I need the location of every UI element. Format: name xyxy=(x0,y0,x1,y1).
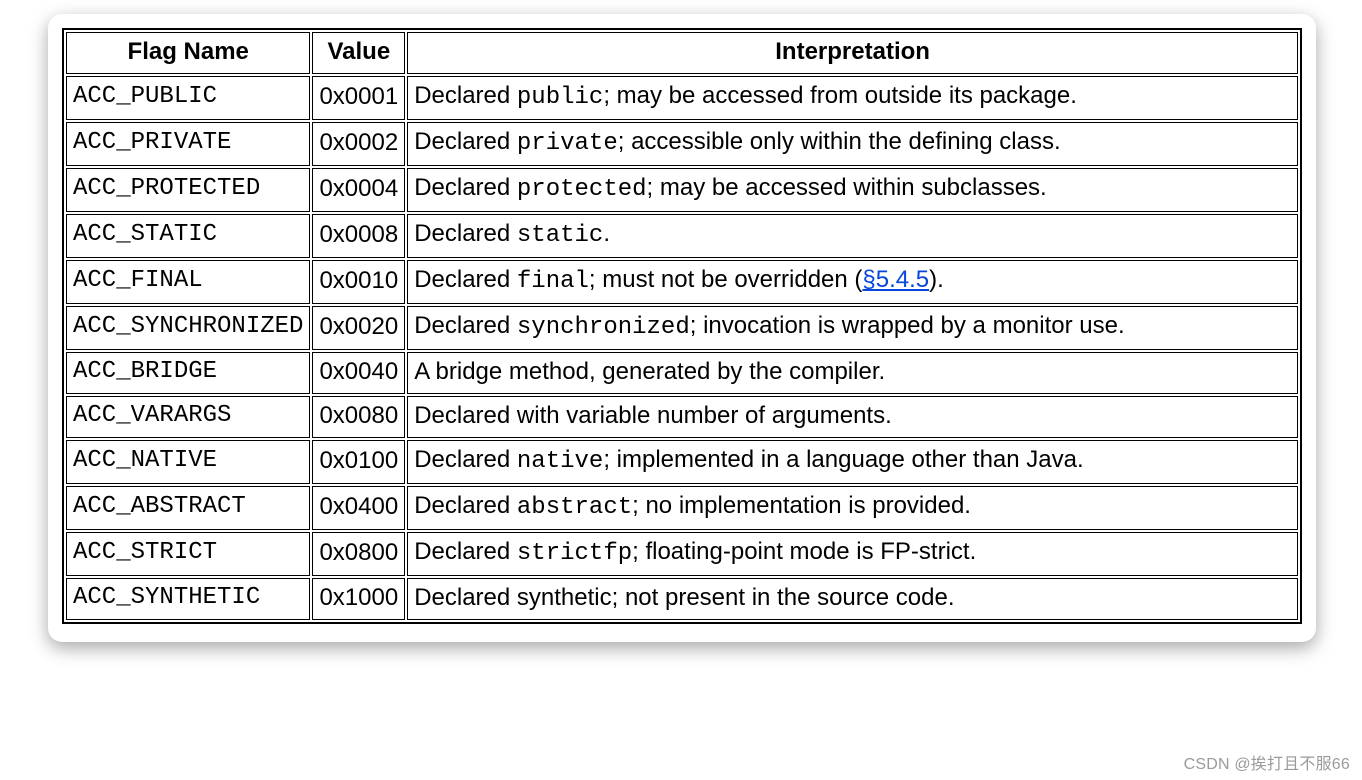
interp-text: Declared with variable number of argumen… xyxy=(414,402,892,429)
table-row: ACC_ABSTRACT0x0400Declared abstract; no … xyxy=(66,486,1298,530)
keyword-code: synchronized xyxy=(517,314,690,341)
interp-text: ; no implementation is provided. xyxy=(632,492,971,519)
table-row: ACC_BRIDGE0x0040 A bridge method, generat… xyxy=(66,352,1298,394)
keyword-code: protected xyxy=(517,176,647,203)
keyword-code: static xyxy=(517,222,603,249)
col-header-flag: Flag Name xyxy=(66,32,310,74)
interp-text: Declared xyxy=(414,492,517,519)
interp-text: Declared xyxy=(414,128,517,155)
flag-name-cell: ACC_SYNCHRONIZED xyxy=(66,306,310,350)
flag-interp-cell: Declared static. xyxy=(407,214,1298,258)
spec-link[interactable]: §5.4.5 xyxy=(862,266,929,293)
interp-text: Declared xyxy=(414,220,517,247)
flag-value-cell: 0x0002 xyxy=(312,122,405,166)
flag-value-cell: 0x0100 xyxy=(312,440,405,484)
keyword-code: public xyxy=(517,84,603,111)
table-row: ACC_VARARGS0x0080 Declared with variable … xyxy=(66,396,1298,438)
flag-value-cell: 0x0040 xyxy=(312,352,405,394)
watermark: CSDN @挨打且不服66 xyxy=(1184,750,1350,774)
flag-interp-cell: Declared with variable number of argumen… xyxy=(407,396,1298,438)
flag-name-cell: ACC_SYNTHETIC xyxy=(66,578,310,620)
flag-value-cell: 0x0020 xyxy=(312,306,405,350)
flag-name-cell: ACC_ABSTRACT xyxy=(66,486,310,530)
interp-text: ; floating-point mode is FP-strict. xyxy=(632,538,976,565)
interp-text: ; invocation is wrapped by a monitor use… xyxy=(690,312,1125,339)
flag-interp-cell: Declared synthetic; not present in the s… xyxy=(407,578,1298,620)
col-header-interp: Interpretation xyxy=(407,32,1298,74)
interp-text: Declared xyxy=(414,174,517,201)
flag-interp-cell: Declared final; must not be overridden (… xyxy=(407,260,1298,304)
flag-interp-cell: Declared abstract; no implementation is … xyxy=(407,486,1298,530)
access-flags-table: Flag Name Value Interpretation ACC_PUBLI… xyxy=(62,28,1302,624)
interp-text: Declared xyxy=(414,312,517,339)
flag-name-cell: ACC_STATIC xyxy=(66,214,310,258)
table-row: ACC_FINAL0x0010Declared final; must not … xyxy=(66,260,1298,304)
flag-name-cell: ACC_FINAL xyxy=(66,260,310,304)
table-body: ACC_PUBLIC0x0001Declared public; may be … xyxy=(66,76,1298,620)
flag-interp-cell: Declared strictfp; floating-point mode i… xyxy=(407,532,1298,576)
table-row: ACC_NATIVE0x0100Declared native; impleme… xyxy=(66,440,1298,484)
interp-text: ; accessible only within the defining cl… xyxy=(618,128,1061,155)
flag-name-cell: ACC_BRIDGE xyxy=(66,352,310,394)
table-row: ACC_SYNTHETIC0x1000 Declared synthetic; n… xyxy=(66,578,1298,620)
keyword-code: strictfp xyxy=(517,540,632,567)
table-row: ACC_STATIC0x0008Declared static. xyxy=(66,214,1298,258)
flag-value-cell: 0x0008 xyxy=(312,214,405,258)
flag-value-cell: 0x0004 xyxy=(312,168,405,212)
interp-text: ; must not be overridden ( xyxy=(589,266,862,293)
flag-value-cell: 0x0001 xyxy=(312,76,405,120)
interp-text: Declared xyxy=(414,266,517,293)
flag-interp-cell: A bridge method, generated by the compil… xyxy=(407,352,1298,394)
flag-value-cell: 0x1000 xyxy=(312,578,405,620)
keyword-code: abstract xyxy=(517,494,632,521)
table-row: ACC_SYNCHRONIZED0x0020Declared synchroni… xyxy=(66,306,1298,350)
flag-interp-cell: Declared synchronized; invocation is wra… xyxy=(407,306,1298,350)
flag-value-cell: 0x0800 xyxy=(312,532,405,576)
flag-name-cell: ACC_PRIVATE xyxy=(66,122,310,166)
flag-value-cell: 0x0010 xyxy=(312,260,405,304)
flag-name-cell: ACC_PUBLIC xyxy=(66,76,310,120)
interp-text: ). xyxy=(929,266,944,293)
flag-name-cell: ACC_STRICT xyxy=(66,532,310,576)
interp-text: Declared synthetic; not present in the s… xyxy=(414,584,954,611)
flag-value-cell: 0x0400 xyxy=(312,486,405,530)
flag-interp-cell: Declared protected; may be accessed with… xyxy=(407,168,1298,212)
table-row: ACC_PRIVATE0x0002Declared private; acces… xyxy=(66,122,1298,166)
keyword-code: native xyxy=(517,448,603,475)
table-row: ACC_PUBLIC0x0001Declared public; may be … xyxy=(66,76,1298,120)
interp-text: . xyxy=(603,220,610,247)
flag-interp-cell: Declared private; accessible only within… xyxy=(407,122,1298,166)
interp-text: Declared xyxy=(414,538,517,565)
card: Flag Name Value Interpretation ACC_PUBLI… xyxy=(48,14,1316,642)
interp-text: ; implemented in a language other than J… xyxy=(603,446,1083,473)
keyword-code: private xyxy=(517,130,618,157)
interp-text: Declared xyxy=(414,82,517,109)
table-row: ACC_STRICT0x0800Declared strictfp; float… xyxy=(66,532,1298,576)
interp-text: ; may be accessed from outside its packa… xyxy=(603,82,1077,109)
keyword-code: final xyxy=(517,268,589,295)
table-header-row: Flag Name Value Interpretation xyxy=(66,32,1298,74)
col-header-value: Value xyxy=(312,32,405,74)
flag-name-cell: ACC_VARARGS xyxy=(66,396,310,438)
flag-name-cell: ACC_PROTECTED xyxy=(66,168,310,212)
flag-interp-cell: Declared public; may be accessed from ou… xyxy=(407,76,1298,120)
flag-name-cell: ACC_NATIVE xyxy=(66,440,310,484)
interp-text: A bridge method, generated by the compil… xyxy=(414,358,885,385)
interp-text: ; may be accessed within subclasses. xyxy=(647,174,1047,201)
interp-text: Declared xyxy=(414,446,517,473)
flag-interp-cell: Declared native; implemented in a langua… xyxy=(407,440,1298,484)
flag-value-cell: 0x0080 xyxy=(312,396,405,438)
table-row: ACC_PROTECTED0x0004Declared protected; m… xyxy=(66,168,1298,212)
